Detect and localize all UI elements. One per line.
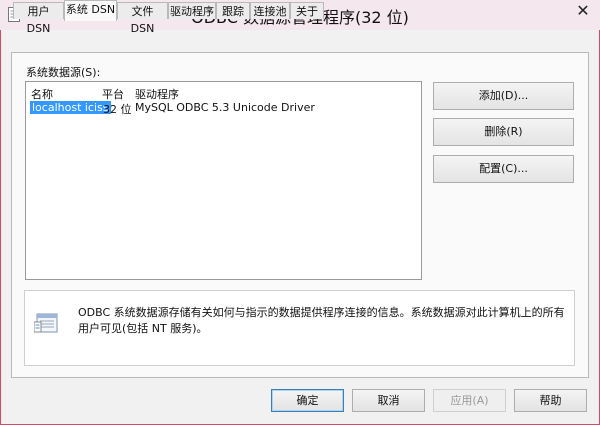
data-source-icon <box>34 313 58 333</box>
row-driver: MySQL ODBC 5.3 Unicode Driver <box>135 101 315 114</box>
system-data-sources-label: 系统数据源(S): <box>26 66 101 79</box>
column-header-driver[interactable]: 驱动程序 <box>135 86 179 102</box>
ok-button[interactable]: 确定 <box>271 389 344 412</box>
cancel-button[interactable]: 取消 <box>352 389 425 412</box>
close-icon: ✕ <box>576 0 590 20</box>
tab-connection-pooling[interactable]: 连接池 <box>250 2 290 19</box>
help-button[interactable]: 帮助 <box>514 389 587 412</box>
remove-button[interactable]: 删除(R) <box>433 118 574 146</box>
row-platform: 32 位 <box>103 103 132 116</box>
configure-button[interactable]: 配置(C)... <box>433 155 574 183</box>
tab-tracing[interactable]: 跟踪 <box>216 2 250 19</box>
info-description: ODBC 系统数据源存储有关如何与指示的数据提供程序连接的信息。系统数据源对此计… <box>78 306 565 335</box>
column-header-name[interactable]: 名称 <box>31 86 53 102</box>
tab-system-dsn[interactable]: 系统 DSN <box>64 0 117 21</box>
apply-button[interactable]: 应用(A) <box>433 389 506 412</box>
close-button[interactable]: ✕ <box>572 0 594 20</box>
tab-about[interactable]: 关于 <box>290 2 324 19</box>
column-header-platform[interactable]: 平台 <box>102 86 124 102</box>
add-button[interactable]: 添加(D)... <box>433 82 574 110</box>
tab-user-dsn[interactable]: 用户 DSN <box>13 2 64 35</box>
tab-file-dsn[interactable]: 文件 DSN <box>117 2 168 35</box>
row-name[interactable]: localhost iciss <box>30 101 111 114</box>
tab-drivers[interactable]: 驱动程序 <box>168 2 216 19</box>
